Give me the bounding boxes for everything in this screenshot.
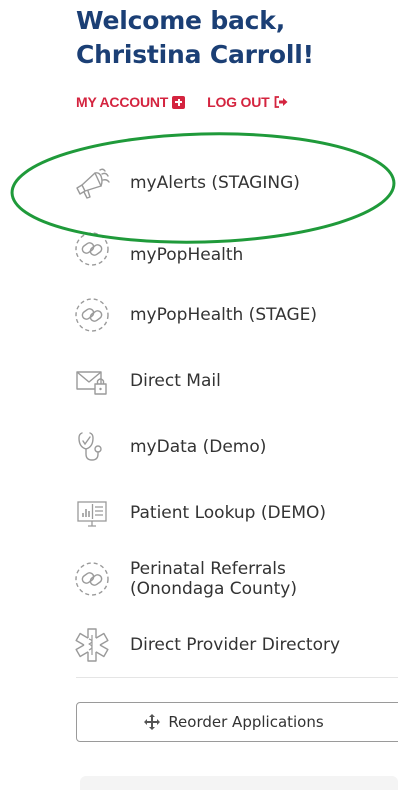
- list-divider: [76, 677, 398, 678]
- my-account-link[interactable]: MY ACCOUNT: [76, 94, 186, 110]
- chain-link-icon: [72, 229, 112, 269]
- app-label-mydata-demo: myData (Demo): [130, 437, 267, 457]
- welcome-heading: Welcome back, Christina Carroll!: [76, 4, 396, 72]
- reorder-applications-label: Reorder Applications: [168, 713, 324, 731]
- account-links: MY ACCOUNT LOG OUT: [76, 94, 288, 110]
- app-label-perinatal-referrals: Perinatal Referrals (Onondaga County): [130, 559, 297, 599]
- dashboard-monitor-icon: [72, 493, 112, 533]
- chain-link-icon: [72, 295, 112, 335]
- app-label-mypophealth-stage: myPopHealth (STAGE): [130, 305, 318, 325]
- app-item-mypophealth[interactable]: myPopHealth: [72, 216, 398, 282]
- secure-mail-icon: [72, 361, 112, 401]
- stethoscope-icon: [72, 427, 112, 467]
- app-label-direct-provider-directory: Direct Provider Directory: [130, 635, 341, 655]
- welcome-line-1: Welcome back,: [76, 6, 286, 35]
- log-out-link[interactable]: LOG OUT: [207, 94, 287, 110]
- app-item-myalerts[interactable]: myAlerts (STAGING): [72, 150, 398, 216]
- app-label-myalerts: myAlerts (STAGING): [130, 173, 300, 193]
- app-launcher-panel: Welcome back, Christina Carroll! MY ACCO…: [0, 0, 398, 790]
- chain-link-icon: [72, 559, 112, 599]
- star-of-life-icon: [72, 625, 112, 665]
- app-item-perinatal-referrals[interactable]: Perinatal Referrals (Onondaga County): [72, 546, 398, 612]
- plus-square-icon: [172, 95, 186, 109]
- bottom-panel: [80, 776, 398, 790]
- megaphone-icon: [72, 163, 112, 203]
- welcome-line-2: Christina Carroll!: [76, 40, 314, 69]
- log-out-label: LOG OUT: [207, 94, 270, 110]
- app-label-direct-mail: Direct Mail: [130, 371, 221, 391]
- app-item-direct-provider-directory[interactable]: Direct Provider Directory: [72, 612, 398, 678]
- my-account-label: MY ACCOUNT: [76, 94, 169, 110]
- app-item-mypophealth-stage[interactable]: myPopHealth (STAGE): [72, 282, 398, 348]
- move-arrows-icon: [144, 714, 161, 730]
- reorder-applications-button[interactable]: Reorder Applications: [76, 702, 398, 742]
- app-label-patient-lookup-demo: Patient Lookup (DEMO): [130, 503, 327, 523]
- app-item-patient-lookup-demo[interactable]: Patient Lookup (DEMO): [72, 480, 398, 546]
- application-list: myAlerts (STAGING) myPopHealth myPopHeal…: [72, 150, 398, 678]
- app-item-mydata-demo[interactable]: myData (Demo): [72, 414, 398, 480]
- sign-out-icon: [274, 96, 287, 108]
- app-item-direct-mail[interactable]: Direct Mail: [72, 348, 398, 414]
- app-label-mypophealth: myPopHealth: [130, 245, 244, 265]
